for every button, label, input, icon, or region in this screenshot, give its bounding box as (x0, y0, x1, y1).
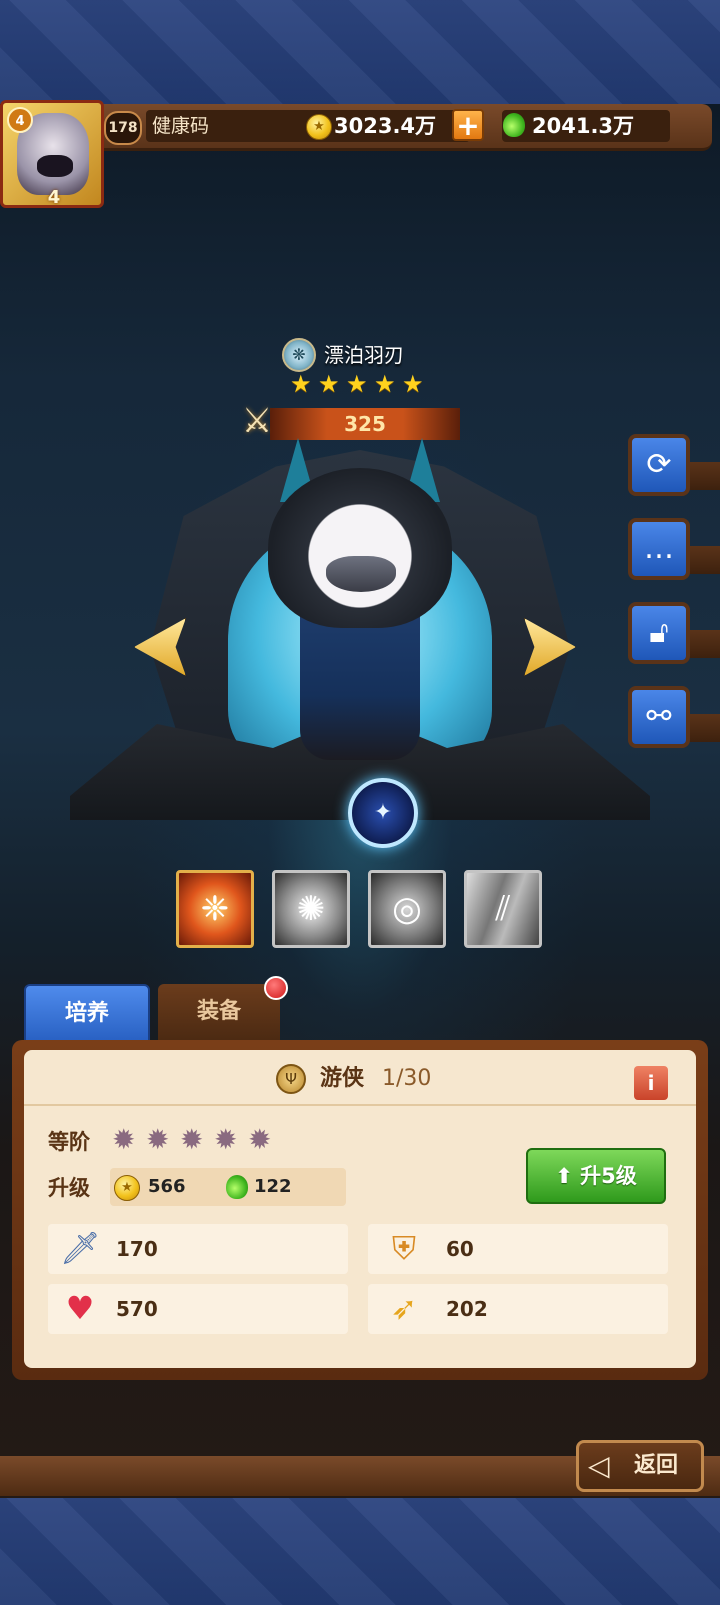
tab-train[interactable]: 培养 (24, 984, 150, 1044)
skill-ring-icon[interactable]: ◎ (368, 870, 446, 948)
defense-value: 60 (446, 1237, 474, 1261)
levelup-label: 升5级 (580, 1164, 637, 1188)
avatar-vip-level: 4 (47, 187, 61, 208)
speed-value: 202 (446, 1297, 488, 1321)
cost-gold: 566 (148, 1176, 186, 1197)
hero-star-rating: ★ ★ ★ ★ ★ (290, 372, 430, 396)
side-tab (688, 714, 720, 742)
heart-icon: ♥ (65, 1289, 95, 1327)
sword-icon: 🗡︎ (60, 1229, 101, 1267)
rank-star-icon: ✹ (112, 1123, 136, 1156)
player-name: 健康码 (146, 110, 312, 142)
faction-icon[interactable]: ❋ (282, 338, 316, 372)
shield-icon: ⛨ (391, 1229, 416, 1267)
rank-star-icon: ✹ (214, 1123, 238, 1156)
class-level: 1/30 (382, 1066, 432, 1091)
top-frame (0, 0, 720, 104)
tab-equip[interactable]: 装备 (158, 984, 280, 1040)
ultimate-orb-icon[interactable]: ✦ (348, 778, 418, 848)
wing-icon: ➶ (390, 1289, 418, 1327)
skill-flame-wing-icon[interactable]: ❈ (176, 870, 254, 948)
rank-star-icon: ✹ (146, 1123, 170, 1156)
hero-mask (326, 556, 396, 592)
share-icon: ⚯ (646, 699, 672, 734)
attack-value: 170 (116, 1237, 158, 1261)
class-name: 游侠 (320, 1066, 365, 1091)
refresh-icon: ⟳ (646, 447, 672, 482)
star-icon: ★ (290, 370, 312, 398)
avatar-mask (37, 155, 73, 177)
player-avatar[interactable]: 4 4 (0, 100, 104, 208)
unlock-icon: 🔓︎ (649, 615, 669, 650)
levelup-button[interactable]: ⬆ 升5级 (526, 1148, 666, 1204)
star-icon: ★ (402, 370, 424, 398)
chat-icon: … (644, 531, 674, 566)
gold-coin-icon: ★ (114, 1175, 140, 1201)
hero-hood (268, 468, 452, 628)
green-potion-icon (503, 113, 525, 137)
avatar-rank-badge: 4 (7, 107, 33, 133)
bottom-frame (0, 1498, 720, 1605)
class-trident-icon: Ψ (276, 1064, 306, 1094)
crossed-swords-icon: ⚔ (241, 401, 273, 441)
skill-fire-icon[interactable]: ✺ (272, 870, 350, 948)
back-arrow-icon: ◁ (588, 1449, 610, 1482)
info-button[interactable]: i (634, 1066, 668, 1100)
star-icon: ★ (346, 370, 368, 398)
rank-stars: ✹ ✹ ✹ ✹ ✹ (112, 1126, 276, 1154)
rank-label: 等阶 (48, 1130, 90, 1154)
green-potion-icon (226, 1175, 248, 1199)
side-tab (688, 546, 720, 574)
unlock-button[interactable]: 🔓︎ (628, 602, 690, 664)
star-icon: ★ (374, 370, 396, 398)
star-icon: ★ (318, 370, 340, 398)
refresh-button[interactable]: ⟳ (628, 434, 690, 496)
side-tab (688, 630, 720, 658)
potion-amount: 2041.3万 (502, 110, 670, 142)
hero-power: 325 (270, 408, 460, 440)
chat-button[interactable]: … (628, 518, 690, 580)
cost-potion: 122 (254, 1176, 292, 1197)
share-button[interactable]: ⚯ (628, 686, 690, 748)
back-label: 返回 (634, 1453, 679, 1478)
player-level-badge: 178 (104, 111, 142, 145)
hero-name: 漂泊羽刃 (324, 343, 404, 367)
upgrade-label: 升级 (48, 1176, 90, 1200)
skill-slash-icon[interactable]: ⫽ (464, 870, 542, 948)
rank-star-icon: ✹ (248, 1123, 272, 1156)
gold-coin-icon: ★ (306, 114, 332, 140)
add-gold-button[interactable]: + (452, 109, 484, 141)
side-tab (688, 462, 720, 490)
rank-star-icon: ✹ (180, 1123, 204, 1156)
hp-value: 570 (116, 1297, 158, 1321)
notification-dot (264, 976, 288, 1000)
